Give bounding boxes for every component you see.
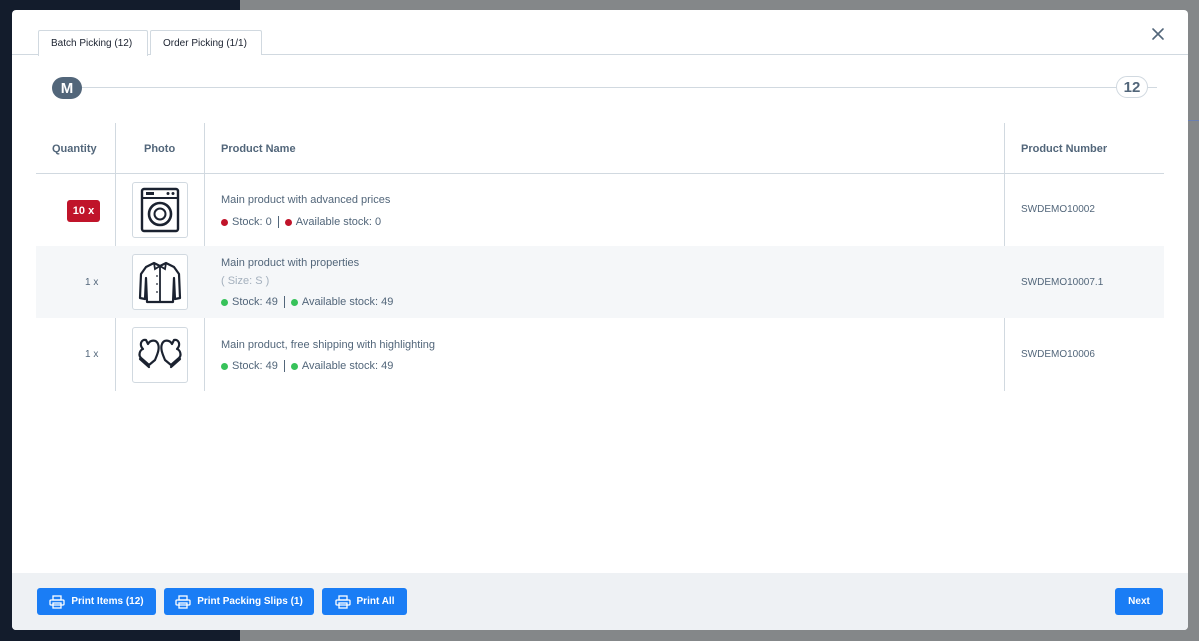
stock-info: Stock: 0 Available stock: 0 [221, 216, 381, 228]
stock-text: Stock: 49 [232, 360, 278, 372]
available-status-dot [290, 362, 298, 370]
picking-modal: Batch Picking (12) Order Picking (1/1) M… [12, 10, 1188, 630]
print-slips-label: Print Packing Slips (1) [197, 596, 303, 607]
progress-start-badge: M [52, 77, 82, 99]
stock-text: Stock: 49 [232, 296, 278, 308]
progress-end-badge: 12 [1116, 76, 1148, 98]
quantity-text: 1 x [85, 349, 99, 360]
progress-track [62, 87, 1157, 88]
table-row[interactable]: 1 x Main product with properties ( Size:… [36, 246, 1164, 318]
next-button[interactable]: Next [1115, 588, 1163, 615]
printer-icon [334, 594, 351, 609]
header-photo: Photo [144, 142, 176, 155]
print-all-button[interactable]: Print All [322, 588, 407, 615]
product-name: Main product with properties [221, 257, 360, 269]
stock-info: Stock: 49 Available stock: 49 [221, 360, 393, 372]
mittens-icon[interactable] [132, 327, 188, 383]
stock-info: Stock: 49 Available stock: 49 [221, 296, 393, 308]
available-status-dot [284, 218, 292, 226]
table-row[interactable]: 10 x Main product with advanced prices S… [36, 174, 1164, 246]
quantity-badge: 10 x [67, 200, 100, 222]
stock-status-dot [221, 218, 228, 226]
quantity-text: 1 x [85, 277, 99, 288]
header-quantity[interactable]: Quantity [52, 123, 97, 174]
header-product-number[interactable]: Product Number [1021, 123, 1107, 174]
printer-icon [49, 594, 66, 609]
header-product-name[interactable]: Product Name [221, 123, 296, 174]
table-header: Quantity Photo Product Name Product Numb… [36, 123, 1164, 174]
product-number: SWDEMO10006 [1021, 349, 1095, 360]
tab-order-picking[interactable]: Order Picking (1/1) [150, 30, 262, 55]
stock-separator [283, 360, 285, 372]
product-name: Main product, free shipping with highlig… [221, 339, 436, 351]
printer-icon [175, 594, 191, 609]
stock-status-dot [221, 298, 228, 306]
stock-separator [277, 216, 279, 228]
available-stock-text: Available stock: 49 [301, 296, 394, 308]
product-number: SWDEMO10007.1 [1021, 277, 1104, 288]
print-packing-slips-button[interactable]: Print Packing Slips (1) [164, 588, 314, 615]
print-items-button[interactable]: Print Items (12) [37, 588, 156, 615]
available-status-dot [290, 298, 298, 306]
stock-separator [283, 296, 285, 308]
stock-status-dot [221, 362, 228, 370]
stock-text: Stock: 0 [232, 216, 272, 228]
modal-footer: Print Items (12) Print Packing Slips (1)… [12, 573, 1188, 630]
washing-machine-icon[interactable] [132, 182, 188, 238]
print-items-label: Print Items (12) [71, 596, 144, 607]
tab-bar: Batch Picking (12) Order Picking (1/1) [12, 10, 1188, 56]
close-icon[interactable] [1150, 26, 1166, 42]
print-all-label: Print All [356, 596, 395, 607]
tab-batch-picking[interactable]: Batch Picking (12) [38, 30, 148, 56]
backdrop-accent-line [1188, 120, 1199, 121]
table-row[interactable]: 1 x Main product, free shipping with hig… [36, 318, 1164, 390]
product-option: ( Size: S ) [221, 275, 270, 287]
jacket-icon[interactable] [132, 254, 188, 310]
available-stock-text: Available stock: 0 [295, 216, 382, 228]
product-name: Main product with advanced prices [221, 194, 391, 206]
product-number: SWDEMO10002 [1021, 204, 1095, 215]
available-stock-text: Available stock: 49 [301, 360, 394, 372]
